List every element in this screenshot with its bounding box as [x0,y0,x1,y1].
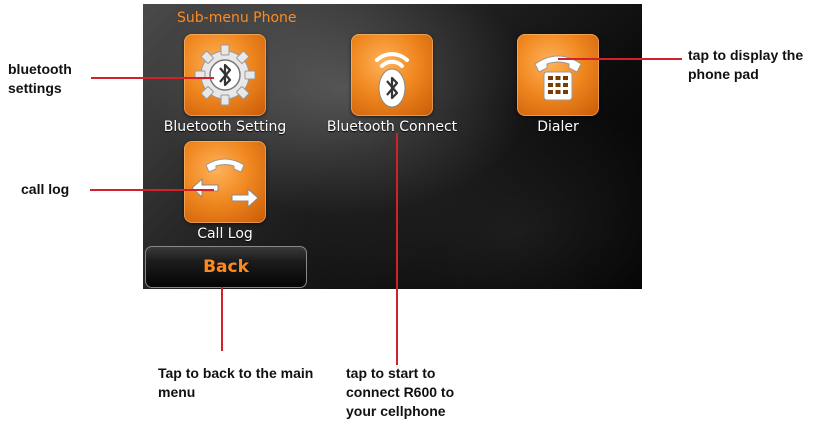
call-log-button[interactable]: Call Log [155,141,295,242]
dialer-label: Dialer [537,119,579,135]
call-log-label: Call Log [197,226,253,242]
callout-bluetooth-connect: tap to start to connect R600 to your cel… [346,365,455,419]
callout-back: Tap to back to the main menu [158,365,314,400]
phone-submenu-screen: Sub-menu Phone Bluetooth Setting Bluetoo… [143,4,642,289]
callout-dialer: tap to display the phone pad [688,47,804,82]
call-log-icon [184,141,266,223]
back-button[interactable]: Back [145,246,307,288]
callout-call-log: call log [21,181,70,197]
bluetooth-gear-icon [184,34,266,116]
leader-line-bluetooth-settings [91,77,214,79]
leader-line-bluetooth-connect [396,133,398,365]
dialer-button[interactable]: Dialer [488,34,628,135]
bluetooth-connect-button[interactable]: Bluetooth Connect [322,34,462,135]
bluetooth-connect-icon [351,34,433,116]
leader-line-call-log [90,189,214,191]
callout-bluetooth-settings: bluetooth settings [8,61,72,96]
leader-line-dialer [558,58,682,60]
bluetooth-connect-label: Bluetooth Connect [326,119,458,135]
leader-line-back [221,287,223,351]
bluetooth-setting-label: Bluetooth Setting [163,119,287,135]
phone-keypad-icon [517,34,599,116]
screen-title: Sub-menu Phone [177,10,297,26]
bluetooth-setting-button[interactable]: Bluetooth Setting [155,34,295,135]
